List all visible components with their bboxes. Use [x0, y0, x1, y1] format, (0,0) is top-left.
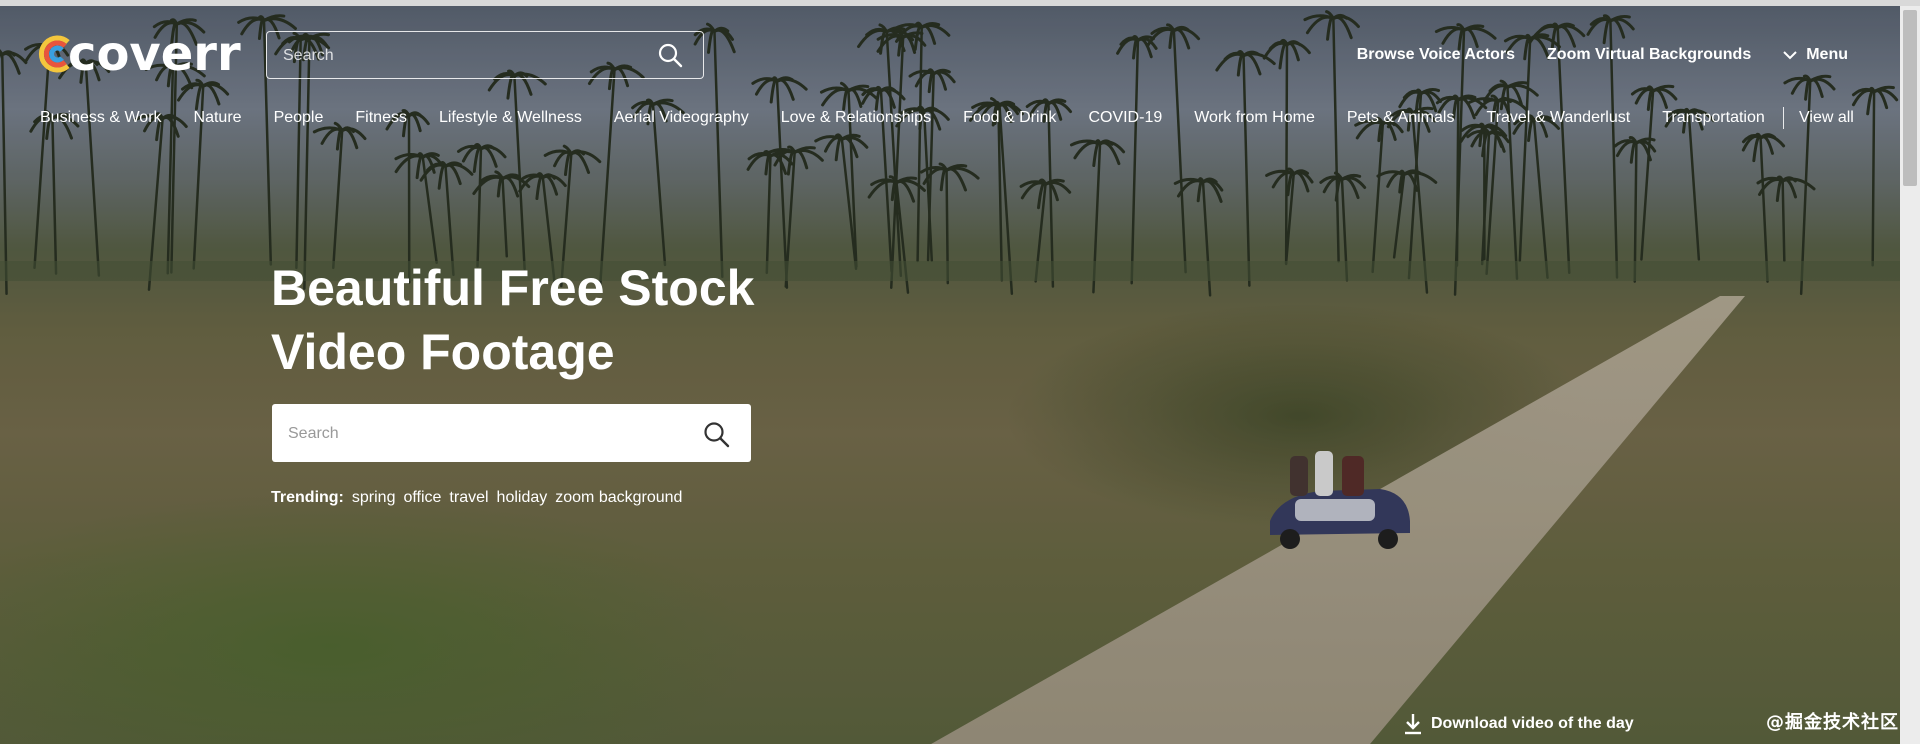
- category-list: Business & Work Nature People Fitness Li…: [40, 109, 1775, 127]
- trending-tag-travel[interactable]: travel: [449, 489, 488, 507]
- category-pets-animals[interactable]: Pets & Animals: [1347, 109, 1455, 127]
- car-on-road: [1270, 451, 1410, 549]
- category-work-from-home[interactable]: Work from Home: [1194, 109, 1315, 127]
- scrollbar-thumb[interactable]: [1903, 10, 1917, 186]
- download-video-of-the-day[interactable]: Download video of the day: [1403, 713, 1634, 735]
- zoom-virtual-backgrounds-link[interactable]: Zoom Virtual Backgrounds: [1547, 46, 1751, 64]
- search-icon[interactable]: [702, 420, 730, 453]
- browse-voice-actors-link[interactable]: Browse Voice Actors: [1357, 46, 1515, 64]
- hero-search-input[interactable]: [272, 404, 690, 464]
- download-icon: [1405, 714, 1421, 735]
- category-aerial-videography[interactable]: Aerial Videography: [614, 109, 749, 127]
- trending-tag-office[interactable]: office: [403, 489, 441, 507]
- logo-text: coverr: [68, 26, 241, 82]
- view-all-link[interactable]: View all: [1799, 109, 1854, 127]
- hero-search-box[interactable]: [272, 404, 751, 464]
- watermark: @掘金技术社区: [1766, 712, 1899, 733]
- header-search-input[interactable]: [267, 32, 645, 80]
- category-lifestyle-wellness[interactable]: Lifestyle & Wellness: [439, 109, 582, 127]
- category-business-work[interactable]: Business & Work: [40, 109, 162, 127]
- header-links: Browse Voice Actors Zoom Virtual Backgro…: [1325, 46, 1848, 64]
- menu-label: Menu: [1806, 46, 1848, 63]
- category-food-drink[interactable]: Food & Drink: [963, 109, 1056, 127]
- trending-label: Trending:: [271, 489, 344, 506]
- trending-tag-holiday[interactable]: holiday: [497, 489, 548, 507]
- category-love-relationships[interactable]: Love & Relationships: [781, 109, 931, 127]
- category-nav: Business & Work Nature People Fitness Li…: [40, 106, 1878, 130]
- hero-headline: Beautiful Free Stock Video Footage: [271, 256, 791, 384]
- trending-tag-zoom-background[interactable]: zoom background: [555, 489, 682, 507]
- category-transportation[interactable]: Transportation: [1662, 109, 1765, 127]
- category-fitness[interactable]: Fitness: [355, 109, 407, 127]
- trending-tag-spring[interactable]: spring: [352, 489, 396, 507]
- category-covid-19[interactable]: COVID-19: [1088, 109, 1162, 127]
- menu-button[interactable]: Menu: [1783, 46, 1848, 64]
- hero-headline-line-1: Beautiful Free Stock: [271, 260, 755, 316]
- category-divider: [1783, 107, 1784, 129]
- category-people[interactable]: People: [274, 109, 324, 127]
- coverr-logo[interactable]: coverr: [38, 30, 241, 78]
- header-search-box[interactable]: [266, 31, 704, 80]
- chevron-down-icon: [1783, 50, 1797, 59]
- search-icon[interactable]: [657, 42, 683, 73]
- trending-searches: Trending: spring office travel holiday z…: [271, 489, 690, 507]
- dirt-road: [910, 296, 1745, 744]
- category-nature[interactable]: Nature: [194, 109, 242, 127]
- category-travel-wanderlust[interactable]: Travel & Wanderlust: [1486, 109, 1630, 127]
- hero-headline-line-2: Video Footage: [271, 324, 615, 380]
- download-label: Download video of the day: [1431, 715, 1634, 732]
